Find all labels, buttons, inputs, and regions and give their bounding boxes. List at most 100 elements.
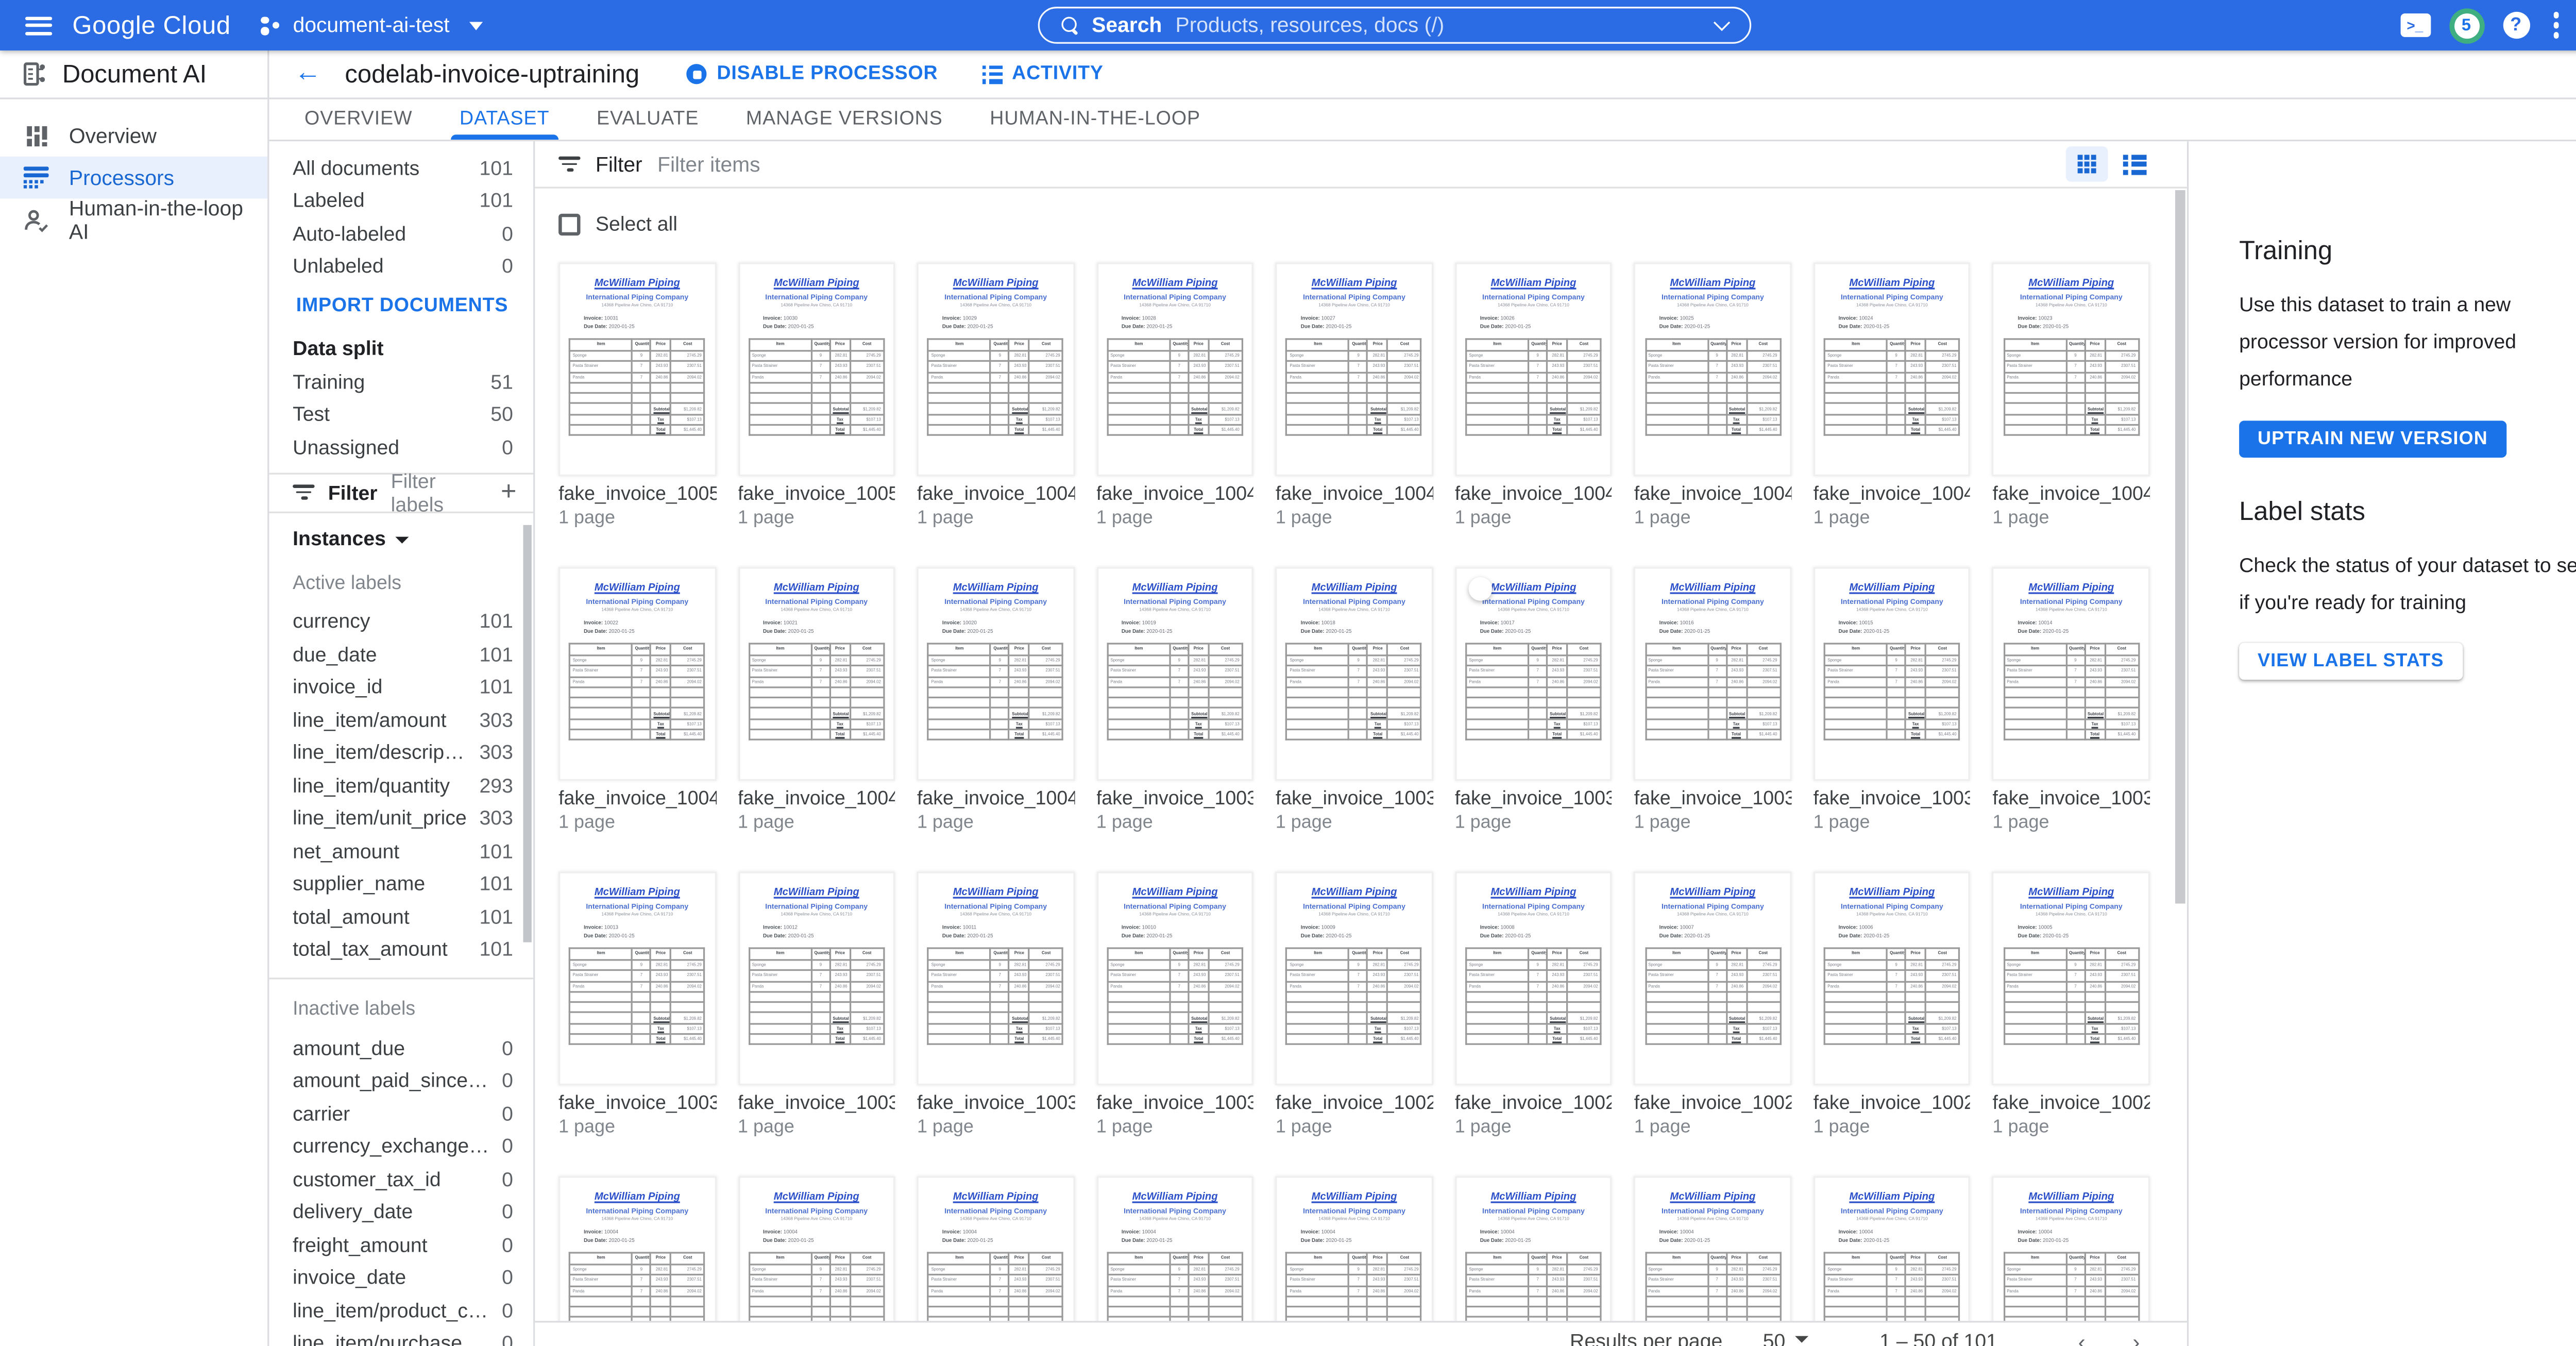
document-thumbnail[interactable]: McWilliam Piping International Piping Co… xyxy=(1814,262,1971,476)
document-card[interactable]: McWilliam Piping International Piping Co… xyxy=(1814,871,1971,1137)
google-cloud-logo[interactable]: Google Cloud xyxy=(72,11,230,40)
document-card[interactable]: McWilliam Piping International Piping Co… xyxy=(1814,262,1971,528)
document-thumbnail[interactable]: McWilliam Piping International Piping Co… xyxy=(558,871,716,1085)
document-thumbnail[interactable]: McWilliam Piping International Piping Co… xyxy=(1455,567,1613,781)
document-card[interactable]: McWilliam Piping International Piping Co… xyxy=(1276,871,1433,1137)
more-vert-icon[interactable] xyxy=(2546,12,2566,39)
document-thumbnail[interactable]: McWilliam Piping International Piping Co… xyxy=(1634,262,1791,476)
document-card[interactable]: McWilliam Piping International Piping Co… xyxy=(1634,871,1791,1137)
document-card[interactable]: McWilliam Piping International Piping Co… xyxy=(738,262,895,528)
filter-items-input[interactable]: Filter items xyxy=(657,153,2050,176)
notifications-badge[interactable]: 5 xyxy=(2453,12,2479,38)
document-thumbnail[interactable]: McWilliam Piping International Piping Co… xyxy=(917,262,1074,476)
document-card[interactable]: McWilliam Piping International Piping Co… xyxy=(1096,262,1254,528)
next-page-button[interactable]: › xyxy=(2132,1330,2140,1346)
stat-row[interactable]: total_tax_amount 101 xyxy=(293,933,513,966)
document-card[interactable]: McWilliam Piping International Piping Co… xyxy=(1276,262,1433,528)
stat-row[interactable]: Training 51 xyxy=(293,365,513,398)
document-thumbnail[interactable]: McWilliam Piping International Piping Co… xyxy=(917,567,1074,781)
document-card[interactable]: McWilliam Piping International Piping Co… xyxy=(1634,567,1791,833)
document-card[interactable]: McWilliam Piping International Piping Co… xyxy=(917,871,1074,1137)
prev-page-button[interactable]: ‹ xyxy=(2078,1330,2086,1346)
tab-overview[interactable]: OVERVIEW xyxy=(281,99,436,140)
import-documents-link[interactable]: IMPORT DOCUMENTS xyxy=(269,283,533,323)
tab-manage-versions[interactable]: MANAGE VERSIONS xyxy=(722,99,966,140)
document-card[interactable]: McWilliam Piping International Piping Co… xyxy=(917,262,1074,528)
document-thumbnail[interactable]: McWilliam Piping International Piping Co… xyxy=(1634,567,1791,781)
search-input[interactable]: Search Products, resources, docs (/) xyxy=(1038,7,1751,44)
document-thumbnail[interactable]: McWilliam Piping International Piping Co… xyxy=(1276,262,1433,476)
activity-button[interactable]: ACTIVITY xyxy=(981,64,1103,84)
uptrain-new-version-button[interactable]: UPTRAIN NEW VERSION xyxy=(2239,420,2506,457)
filter-labels-input[interactable]: Filter labels xyxy=(391,468,487,515)
help-icon[interactable]: ? xyxy=(2502,12,2529,39)
document-thumbnail[interactable]: McWilliam Piping International Piping Co… xyxy=(1096,567,1254,781)
stat-row[interactable]: customer_tax_id 0 xyxy=(293,1163,513,1196)
panel-scrollbar[interactable] xyxy=(523,525,532,943)
document-thumbnail[interactable]: McWilliam Piping International Piping Co… xyxy=(1993,871,2150,1085)
document-thumbnail[interactable]: McWilliam Piping International Piping Co… xyxy=(738,871,895,1085)
stat-row[interactable]: carrier 0 xyxy=(293,1097,513,1130)
document-thumbnail[interactable]: McWilliam Piping International Piping Co… xyxy=(1455,871,1613,1085)
add-label-icon[interactable]: + xyxy=(501,479,517,506)
stat-row[interactable]: line_item/unit_price 303 xyxy=(293,802,513,835)
back-button[interactable]: ← xyxy=(284,59,331,89)
document-thumbnail[interactable]: McWilliam Piping International Piping Co… xyxy=(1455,262,1613,476)
document-thumbnail[interactable]: McWilliam Piping International Piping Co… xyxy=(558,262,716,476)
document-thumbnail[interactable]: McWilliam Piping International Piping Co… xyxy=(1096,871,1254,1085)
document-card[interactable]: McWilliam Piping International Piping Co… xyxy=(1276,567,1433,833)
selection-circle-overlay[interactable] xyxy=(1468,577,1492,601)
hamburger-icon[interactable] xyxy=(25,16,52,35)
document-card[interactable]: McWilliam Piping International Piping Co… xyxy=(558,262,716,528)
document-thumbnail[interactable]: McWilliam Piping International Piping Co… xyxy=(1276,871,1433,1085)
document-card[interactable]: McWilliam Piping International Piping Co… xyxy=(1993,871,2150,1137)
document-card[interactable]: McWilliam Piping International Piping Co… xyxy=(1096,871,1254,1137)
stat-row[interactable]: amount_due 0 xyxy=(293,1032,513,1065)
search-expand-icon[interactable] xyxy=(1714,13,1730,30)
stat-row[interactable]: invoice_id 101 xyxy=(293,670,513,703)
document-card[interactable]: McWilliam Piping International Piping Co… xyxy=(558,871,716,1137)
cloud-shell-icon[interactable]: >_ xyxy=(2400,13,2430,37)
document-thumbnail[interactable]: McWilliam Piping International Piping Co… xyxy=(558,567,716,781)
document-thumbnail[interactable]: McWilliam Piping International Piping Co… xyxy=(1993,567,2150,781)
stat-row[interactable]: line_item/purchase_order 0 xyxy=(293,1327,513,1346)
document-card[interactable]: McWilliam Piping International Piping Co… xyxy=(1455,567,1613,833)
select-all-checkbox[interactable] xyxy=(558,213,580,234)
page-size-select[interactable]: 50 xyxy=(1763,1330,1809,1346)
grid-view-toggle[interactable] xyxy=(2066,146,2108,182)
document-card[interactable]: McWilliam Piping International Piping Co… xyxy=(1096,567,1254,833)
view-label-stats-button[interactable]: VIEW LABEL STATS xyxy=(2239,643,2462,680)
stat-row[interactable]: due_date 101 xyxy=(293,638,513,671)
document-thumbnail[interactable]: McWilliam Piping International Piping Co… xyxy=(1814,567,1971,781)
tab-evaluate[interactable]: EVALUATE xyxy=(573,99,722,140)
stat-row[interactable]: currency_exchange_rate 0 xyxy=(293,1130,513,1163)
document-thumbnail[interactable]: McWilliam Piping International Piping Co… xyxy=(1814,871,1971,1085)
stat-row[interactable]: supplier_name 101 xyxy=(293,867,513,900)
sidebar-item-hitl[interactable]: Human-in-the-loop AI xyxy=(0,198,267,241)
project-selector[interactable]: document-ai-test xyxy=(259,13,483,37)
stat-row[interactable]: Unassigned 0 xyxy=(293,431,513,464)
document-thumbnail[interactable]: McWilliam Piping International Piping Co… xyxy=(738,567,895,781)
stat-row[interactable]: Test 50 xyxy=(293,398,513,431)
document-thumbnail[interactable]: McWilliam Piping International Piping Co… xyxy=(1276,567,1433,781)
instances-dropdown[interactable]: Instances xyxy=(269,512,533,552)
tab-human-in-the-loop[interactable]: HUMAN-IN-THE-LOOP xyxy=(967,99,1224,140)
tab-dataset[interactable]: DATASET xyxy=(436,99,573,140)
stat-row[interactable]: invoice_date 0 xyxy=(293,1261,513,1294)
grid-scrollbar[interactable] xyxy=(2175,190,2185,903)
document-card[interactable]: McWilliam Piping International Piping Co… xyxy=(558,567,716,833)
document-card[interactable]: McWilliam Piping International Piping Co… xyxy=(917,567,1074,833)
stat-row[interactable]: All documents 101 xyxy=(293,152,513,184)
stat-row[interactable]: Auto-labeled 0 xyxy=(293,217,513,250)
document-thumbnail[interactable]: McWilliam Piping International Piping Co… xyxy=(1096,262,1254,476)
sidebar-item-processors[interactable]: Processors xyxy=(0,157,267,199)
stat-row[interactable]: freight_amount 0 xyxy=(293,1229,513,1261)
document-card[interactable]: McWilliam Piping International Piping Co… xyxy=(1455,262,1613,528)
stat-row[interactable]: amount_paid_since_last_i... 0 xyxy=(293,1064,513,1097)
stat-row[interactable]: line_item/amount 303 xyxy=(293,703,513,736)
document-card[interactable]: McWilliam Piping International Piping Co… xyxy=(1634,262,1791,528)
disable-processor-button[interactable]: DISABLE PROCESSOR xyxy=(687,64,938,84)
stat-row[interactable]: Labeled 101 xyxy=(293,184,513,217)
document-thumbnail[interactable]: McWilliam Piping International Piping Co… xyxy=(738,262,895,476)
stat-row[interactable]: net_amount 101 xyxy=(293,835,513,868)
